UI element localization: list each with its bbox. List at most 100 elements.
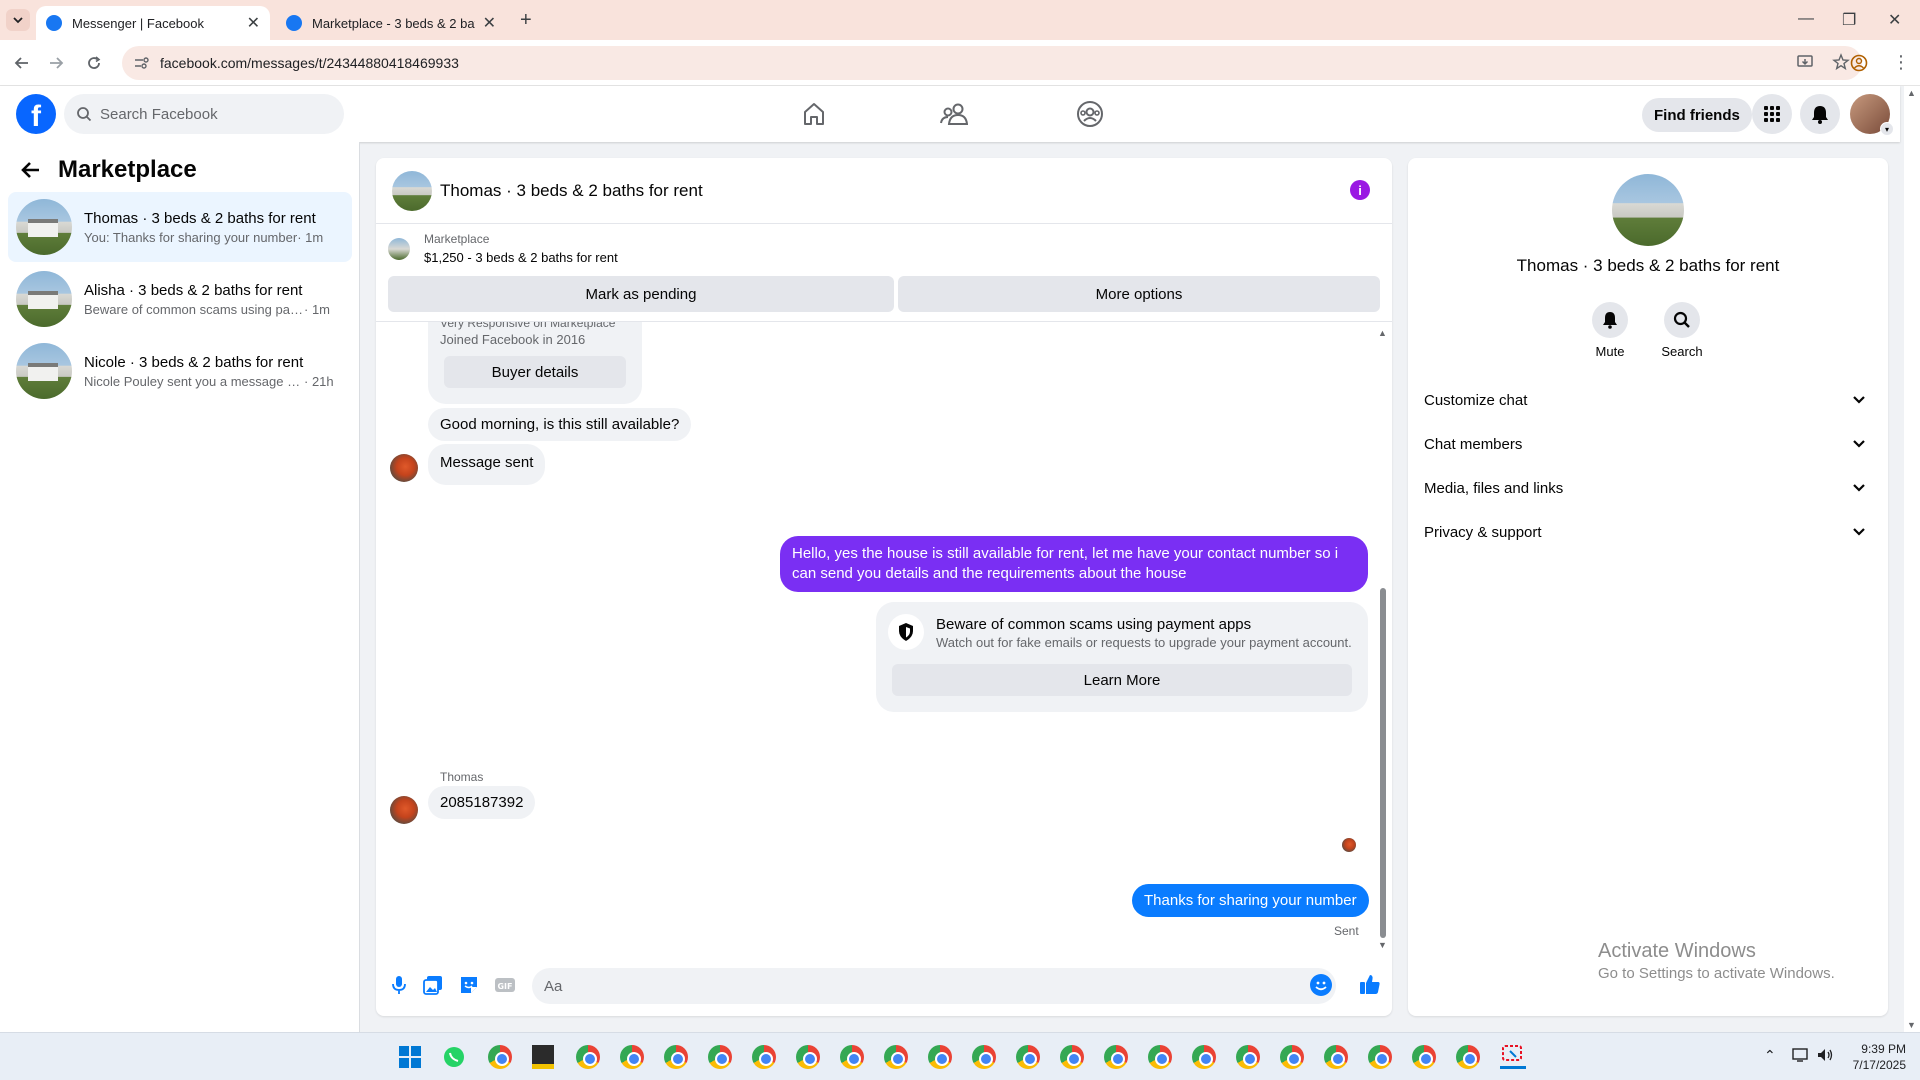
scrollbar-thumb[interactable] [1380, 588, 1386, 938]
search-in-chat-button[interactable]: Search [1652, 302, 1712, 359]
chrome-profile-icon[interactable] [708, 1045, 732, 1069]
chat-avatar[interactable] [392, 170, 432, 211]
omnibox[interactable]: facebook.com/messages/t/2434488041846993… [122, 46, 1862, 80]
chrome-profile-icon[interactable] [884, 1045, 908, 1069]
conversation-item[interactable]: Alisha · 3 beds & 2 baths for rent Bewar… [8, 264, 352, 334]
chrome-profile-icon[interactable] [1324, 1045, 1348, 1069]
chrome-profile-icon[interactable] [1456, 1045, 1480, 1069]
sender-avatar[interactable] [390, 796, 418, 824]
minimize-button[interactable]: — [1798, 10, 1814, 28]
chrome-profile-icon[interactable] [1412, 1045, 1436, 1069]
nav-friends[interactable] [938, 98, 970, 130]
chrome-profile-icon[interactable] [576, 1045, 600, 1069]
message-input[interactable] [532, 968, 1336, 1004]
nav-home[interactable] [798, 98, 830, 130]
chat-members-row[interactable]: Chat members [1416, 424, 1880, 464]
clock[interactable]: 9:39 PM 7/17/2025 [1836, 1041, 1906, 1073]
learn-more-button[interactable]: Learn More [892, 664, 1352, 696]
find-friends-button[interactable]: Find friends [1642, 98, 1752, 132]
tab-messenger[interactable]: Messenger | Facebook ✕ [36, 6, 270, 40]
chrome-profile-icon[interactable] [796, 1045, 820, 1069]
chrome-profile-icon[interactable] [1148, 1045, 1172, 1069]
close-icon[interactable]: ✕ [247, 13, 260, 33]
restore-button[interactable]: ❐ [1842, 10, 1856, 30]
facebook-logo-icon[interactable]: f [16, 94, 56, 134]
chrome-profile-icon[interactable] [664, 1045, 688, 1069]
install-app-icon[interactable] [1796, 53, 1814, 71]
bookmark-star-icon[interactable] [1832, 53, 1850, 71]
conversation-item[interactable]: Thomas · 3 beds & 2 baths for rent You: … [8, 192, 352, 262]
scroll-up-icon[interactable]: ▲ [1907, 88, 1916, 98]
scroll-down-icon[interactable]: ▼ [1907, 1020, 1916, 1030]
mute-button[interactable]: Mute [1580, 302, 1640, 359]
volume-icon[interactable] [1816, 1047, 1834, 1063]
back-arrow-icon[interactable] [20, 159, 42, 181]
scroll-down-icon[interactable]: ▼ [1378, 940, 1387, 950]
listing-thumbnail[interactable] [388, 238, 410, 260]
search-input[interactable] [100, 105, 320, 123]
close-icon[interactable]: ✕ [483, 13, 496, 33]
notifications-button[interactable] [1800, 94, 1840, 134]
listing-avatar[interactable] [1612, 174, 1684, 246]
incoming-message[interactable]: Good morning, is this still available? [428, 408, 692, 441]
new-tab-button[interactable]: + [520, 9, 532, 32]
browser-menu-icon[interactable]: ⋮ [1892, 52, 1910, 73]
buyer-details-button[interactable]: Buyer details [444, 356, 626, 388]
chrome-profile-icon[interactable] [1104, 1045, 1128, 1069]
chrome-profile-icon[interactable] [752, 1045, 776, 1069]
profile-icon[interactable] [1850, 54, 1868, 72]
microphone-icon[interactable] [388, 974, 410, 996]
tab-marketplace[interactable]: Marketplace - 3 beds & 2 baths ✕ [276, 6, 506, 40]
account-avatar[interactable]: ▾ [1850, 94, 1894, 136]
chrome-profile-icon[interactable] [1368, 1045, 1392, 1069]
reload-button[interactable] [82, 51, 106, 75]
page-scrollbar[interactable]: ▲ ▼ [1904, 86, 1920, 1032]
site-info-icon[interactable] [132, 54, 150, 72]
like-icon[interactable] [1358, 972, 1384, 998]
menu-button[interactable] [1752, 94, 1792, 134]
mark-as-pending-button[interactable]: Mark as pending [388, 276, 894, 312]
conversation-item[interactable]: Nicole · 3 beds & 2 baths for rent Nicol… [8, 336, 352, 406]
outgoing-message[interactable]: Thanks for sharing your number [1132, 884, 1369, 917]
facebook-search[interactable] [64, 94, 344, 134]
tab-search-button[interactable] [6, 9, 30, 31]
gif-icon[interactable]: GIF [494, 974, 516, 996]
chrome-profile-icon[interactable] [1060, 1045, 1084, 1069]
incoming-message[interactable]: Message sent [428, 444, 546, 485]
info-icon[interactable]: i [1350, 180, 1370, 200]
media-files-links-row[interactable]: Media, files and links [1416, 468, 1880, 508]
chrome-profile-icon[interactable] [972, 1045, 996, 1069]
customize-chat-row[interactable]: Customize chat [1416, 380, 1880, 420]
sticker-icon[interactable] [458, 974, 480, 996]
chrome-profile-icon[interactable] [1236, 1045, 1260, 1069]
incoming-message[interactable]: 2085187392 [428, 786, 536, 819]
outgoing-message[interactable]: Hello, yes the house is still available … [780, 536, 1368, 592]
chrome-profile-icon[interactable] [1192, 1045, 1216, 1069]
chrome-profile-icon[interactable] [1016, 1045, 1040, 1069]
listing-title[interactable]: $1,250 - 3 beds & 2 baths for rent [424, 250, 618, 265]
chrome-icon[interactable] [488, 1045, 512, 1069]
sender-avatar[interactable] [390, 454, 418, 482]
sticky-notes-icon[interactable] [532, 1045, 554, 1069]
chat-title[interactable]: Thomas · 3 beds & 2 baths for rent [440, 181, 703, 201]
photo-icon[interactable] [422, 974, 444, 996]
privacy-support-row[interactable]: Privacy & support [1416, 512, 1880, 552]
network-icon[interactable] [1792, 1047, 1810, 1063]
message-scrollbar[interactable]: ▲ ▼ [1378, 328, 1388, 950]
chrome-profile-icon[interactable] [620, 1045, 644, 1069]
listing-thumbnail [16, 199, 72, 255]
more-options-button[interactable]: More options [898, 276, 1380, 312]
chrome-profile-icon[interactable] [928, 1045, 952, 1069]
windows-start-icon[interactable] [398, 1045, 422, 1069]
tray-overflow-icon[interactable]: ⌃ [1764, 1047, 1776, 1064]
chrome-profile-icon[interactable] [1280, 1045, 1304, 1069]
snipping-tool-icon[interactable] [1500, 1043, 1526, 1069]
emoji-icon[interactable] [1310, 974, 1332, 996]
scroll-up-icon[interactable]: ▲ [1378, 328, 1387, 338]
back-button[interactable] [10, 51, 34, 75]
close-window-button[interactable]: ✕ [1888, 10, 1901, 30]
forward-button[interactable] [44, 51, 68, 75]
chrome-profile-icon[interactable] [840, 1045, 864, 1069]
whatsapp-icon[interactable] [442, 1045, 466, 1069]
nav-groups[interactable] [1074, 98, 1106, 130]
